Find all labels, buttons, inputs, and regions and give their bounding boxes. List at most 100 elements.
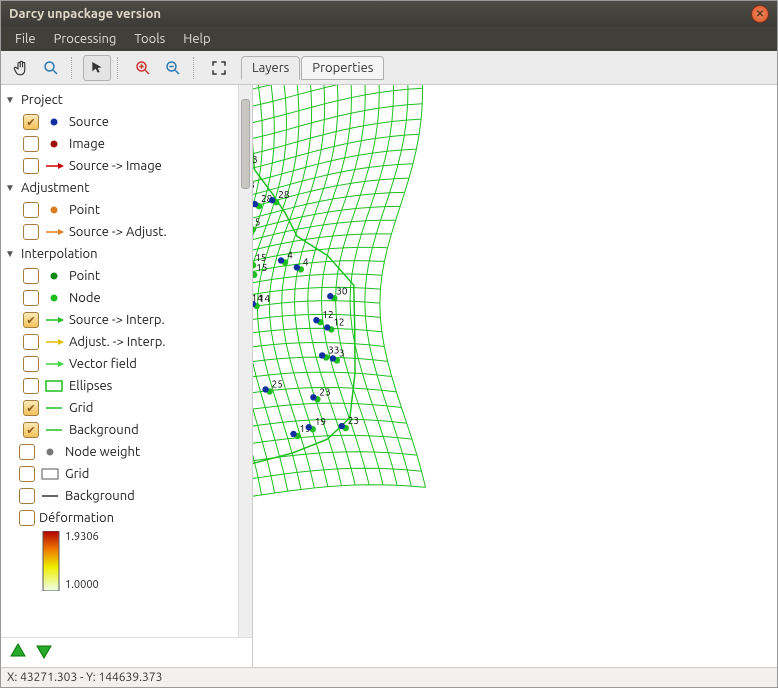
- menu-help[interactable]: Help: [175, 30, 218, 48]
- tree-int-adj[interactable]: Adjust. -> Interp.: [19, 331, 238, 353]
- titlebar: Darcy unpackage version ✕: [1, 1, 777, 27]
- line-green-icon: [43, 404, 65, 412]
- sidebar-scrollbar[interactable]: [238, 85, 252, 637]
- cursor-icon[interactable]: [83, 55, 111, 81]
- tree-int-src[interactable]: Source -> Interp.: [19, 309, 238, 331]
- content-area: ▼ Project Source Image Source -> Imag: [1, 85, 777, 667]
- legend-max: 1.9306: [65, 531, 99, 543]
- arrow-red-icon: [43, 161, 65, 171]
- checkbox-nodeweight[interactable]: [19, 444, 35, 460]
- tree-interpolation[interactable]: ▼ Interpolation: [1, 243, 238, 265]
- menu-file[interactable]: File: [7, 30, 44, 48]
- gradient-legend-icon: [41, 531, 61, 591]
- checkbox-int-ell[interactable]: [23, 378, 39, 394]
- line-dark-icon: [39, 492, 61, 500]
- checkbox-int-adj[interactable]: [23, 334, 39, 350]
- tree-image[interactable]: Image: [19, 133, 238, 155]
- dot-orange-icon: [43, 205, 65, 215]
- checkbox-bg[interactable]: [19, 488, 35, 504]
- extent-icon[interactable]: [205, 55, 233, 81]
- sidebar-footer: [1, 637, 252, 667]
- menu-tools[interactable]: Tools: [126, 30, 173, 48]
- chevron-down-icon[interactable]: ▼: [5, 94, 17, 106]
- tree-adj-point[interactable]: Point: [19, 199, 238, 221]
- menubar: File Processing Tools Help: [1, 27, 777, 51]
- tree-nodeweight[interactable]: Node weight: [1, 441, 238, 463]
- svg-text:15: 15: [256, 262, 267, 273]
- chevron-down-icon[interactable]: ▼: [5, 182, 17, 194]
- arrow-green-icon: [43, 315, 65, 325]
- zoom-out-icon[interactable]: [159, 55, 187, 81]
- checkbox-adj-src[interactable]: [23, 224, 39, 240]
- checkbox-src-img[interactable]: [23, 158, 39, 174]
- toolbar: Layers Properties: [1, 51, 777, 85]
- svg-text:30: 30: [336, 285, 348, 296]
- svg-text:33: 33: [328, 344, 339, 355]
- svg-text:13: 13: [253, 154, 258, 165]
- svg-text:5: 5: [255, 217, 261, 228]
- menu-processing[interactable]: Processing: [46, 30, 125, 48]
- checkbox-int-src[interactable]: [23, 312, 39, 328]
- layer-tree[interactable]: ▼ Project Source Image Source -> Imag: [1, 85, 238, 637]
- svg-text:28: 28: [278, 189, 290, 200]
- checkbox-int-vec[interactable]: [23, 356, 39, 372]
- tree-source-image[interactable]: Source -> Image: [19, 155, 238, 177]
- legend-min: 1.0000: [65, 579, 99, 591]
- dot-green-icon: [43, 271, 65, 281]
- move-down-icon[interactable]: [35, 642, 53, 664]
- map-viewport[interactable]: 2732223313133131282810105521211818111515…: [253, 85, 777, 667]
- checkbox-int-grid[interactable]: [23, 400, 39, 416]
- tree-deformation[interactable]: Déformation: [1, 507, 238, 529]
- checkbox-int-node[interactable]: [23, 290, 39, 306]
- tab-layers[interactable]: Layers: [241, 56, 300, 80]
- checkbox-adj-point[interactable]: [23, 202, 39, 218]
- arrow-green2-icon: [43, 359, 65, 369]
- checkbox-source[interactable]: [23, 114, 39, 130]
- svg-text:14: 14: [259, 293, 271, 304]
- svg-text:12: 12: [322, 309, 333, 320]
- tree-background[interactable]: Background: [1, 485, 238, 507]
- tree-grid[interactable]: Grid: [1, 463, 238, 485]
- tree-adj-source[interactable]: Source -> Adjust.: [19, 221, 238, 243]
- tree-int-point[interactable]: Point: [19, 265, 238, 287]
- checkbox-image[interactable]: [23, 136, 39, 152]
- zoom-icon[interactable]: [37, 55, 65, 81]
- deformation-legend: 1.9306 1.0000: [19, 531, 238, 591]
- arrow-orange-icon: [43, 227, 65, 237]
- tree-int-bg[interactable]: Background: [19, 419, 238, 441]
- checkbox-int-bg[interactable]: [23, 422, 39, 438]
- chevron-down-icon[interactable]: ▼: [5, 248, 17, 260]
- tree-adjustment[interactable]: ▼ Adjustment: [1, 177, 238, 199]
- checkbox-int-point[interactable]: [23, 268, 39, 284]
- deformation-canvas: 2732223313133131282810105521211818111515…: [253, 85, 773, 667]
- svg-text:19: 19: [315, 416, 326, 427]
- svg-text:13: 13: [253, 179, 255, 190]
- coords-label: X: 43271.303 - Y: 144639.373: [7, 671, 162, 684]
- tree-source[interactable]: Source: [19, 111, 238, 133]
- dot-green2-icon: [43, 293, 65, 303]
- rect-outline-icon: [39, 468, 61, 480]
- tree-int-node[interactable]: Node: [19, 287, 238, 309]
- checkbox-deform[interactable]: [19, 510, 35, 526]
- move-up-icon[interactable]: [9, 642, 27, 664]
- dot-blue-icon: [43, 117, 65, 127]
- window-title: Darcy unpackage version: [9, 7, 161, 21]
- svg-text:3: 3: [339, 347, 345, 358]
- svg-text:23: 23: [348, 415, 359, 426]
- tree-int-vec[interactable]: Vector field: [19, 353, 238, 375]
- svg-text:25: 25: [272, 378, 283, 389]
- zoom-in-icon[interactable]: [129, 55, 157, 81]
- line-green2-icon: [43, 426, 65, 434]
- close-icon[interactable]: ✕: [751, 5, 769, 23]
- statusbar: X: 43271.303 - Y: 144639.373: [1, 667, 777, 687]
- layers-sidebar: ▼ Project Source Image Source -> Imag: [1, 85, 253, 667]
- rect-green-icon: [43, 380, 65, 392]
- tree-int-grid[interactable]: Grid: [19, 397, 238, 419]
- checkbox-grid[interactable]: [19, 466, 35, 482]
- tree-int-ellipses[interactable]: Ellipses: [19, 375, 238, 397]
- tree-project[interactable]: ▼ Project: [1, 89, 238, 111]
- dot-grey-icon: [39, 447, 61, 457]
- tab-properties[interactable]: Properties: [301, 56, 384, 80]
- svg-text:12: 12: [333, 316, 344, 327]
- pan-hand-icon[interactable]: [7, 55, 35, 81]
